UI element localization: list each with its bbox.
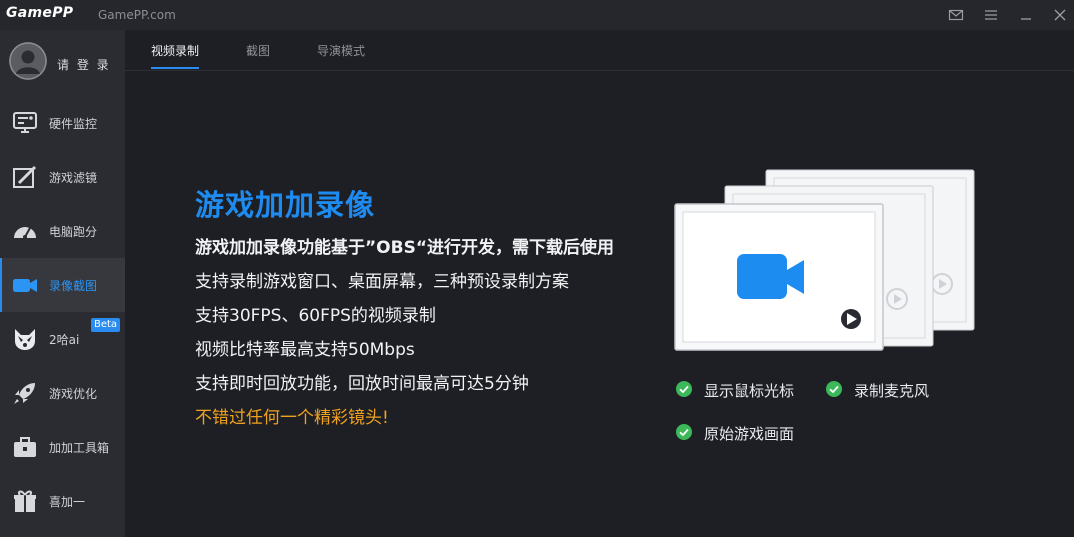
sidebar-item-label: 游戏优化 (49, 387, 98, 401)
benchmark-gauge-icon (14, 227, 36, 239)
sidebar-item-label: 喜加一 (49, 495, 86, 509)
user-icon (9, 42, 47, 80)
feature-title: 游戏加加录像 (195, 188, 376, 222)
close-icon[interactable] (1052, 7, 1068, 23)
menu-icon[interactable] (983, 7, 999, 23)
sidebar-item-game-filter[interactable]: 游戏滤镜 (0, 150, 125, 204)
video-frames-illustration (674, 169, 975, 351)
feature-show-cursor: 显示鼠标光标 (704, 382, 795, 400)
toolbox-icon (14, 437, 36, 457)
sidebar-item-label: 游戏滤镜 (49, 171, 98, 185)
tab-bar: 视频录制 截图 导演模式 (125, 30, 1074, 71)
gift-icon (14, 490, 36, 512)
check-icon (826, 381, 842, 397)
tab-director-mode[interactable]: 导演模式 (317, 42, 365, 59)
feature-tagline: 不错过任何一个精彩镜头! (195, 408, 389, 428)
feature-description-line: 支持即时回放功能，回放时间最高可达5分钟 (195, 374, 529, 394)
sidebar-item-hardware-monitor[interactable]: 硬件监控 (0, 96, 125, 150)
feature-description-line: 支持30FPS、60FPS的视频录制 (195, 306, 436, 326)
sidebar-item-label: 电脑跑分 (49, 225, 98, 239)
check-icon (676, 381, 692, 397)
feature-raw-game-view: 原始游戏画面 (704, 425, 795, 443)
tab-screenshot[interactable]: 截图 (246, 42, 270, 59)
mail-icon[interactable] (948, 7, 964, 23)
sidebar-item-label: 硬件监控 (49, 117, 98, 131)
hardware-monitor-icon (13, 112, 37, 133)
sidebar-item-label: 2哈ai (49, 333, 80, 347)
beta-badge: Beta (91, 318, 121, 332)
check-icon (676, 424, 692, 440)
feature-record-mic: 录制麦克风 (854, 382, 930, 400)
avatar[interactable] (9, 42, 47, 80)
feature-description-line: 游戏加加录像功能基于”OBS“进行开发，需下载后使用 (195, 238, 614, 258)
sidebar-item-toolbox[interactable]: 加加工具箱 (0, 420, 125, 474)
minimize-icon[interactable] (1018, 7, 1034, 23)
sidebar-item-game-optimize[interactable]: 游戏优化 (0, 366, 125, 420)
feature-description-line: 支持录制游戏窗口、桌面屏幕，三种预设录制方案 (195, 272, 569, 292)
title-bar: GamePP GamePP.com (0, 0, 1074, 30)
sidebar-item-label: 加加工具箱 (49, 441, 110, 455)
husky-icon (15, 329, 35, 350)
sidebar-item-recording[interactable]: 录像截图 (0, 258, 125, 312)
rocket-icon (14, 383, 35, 404)
login-area[interactable]: 请 登 录 (0, 30, 125, 96)
app-logo: GamePP (6, 5, 74, 21)
sidebar-item-benchmark[interactable]: 电脑跑分 (0, 204, 125, 258)
login-label[interactable]: 请 登 录 (57, 56, 111, 73)
tab-video-recording[interactable]: 视频录制 (151, 42, 199, 59)
sidebar-item-2ha-ai[interactable]: 2哈ai Beta (0, 312, 125, 366)
sidebar-item-label: 录像截图 (49, 279, 98, 293)
feature-description-line: 视频比特率最高支持50Mbps (195, 340, 415, 360)
game-filter-icon (13, 165, 37, 188)
active-tab-indicator (151, 67, 199, 69)
sidebar-item-free-game[interactable]: 喜加一 (0, 474, 125, 528)
sidebar: 请 登 录 硬件监控 游戏滤镜 电脑跑分 录像截图 2哈ai Beta 游戏优化… (0, 30, 125, 537)
video-camera-icon (13, 279, 37, 292)
site-link[interactable]: GamePP.com (98, 8, 176, 22)
